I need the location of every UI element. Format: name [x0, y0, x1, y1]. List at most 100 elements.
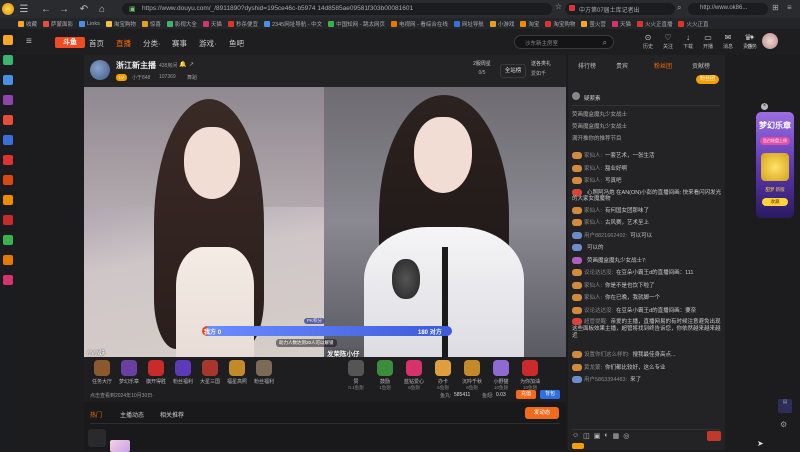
sidebar-app-icon[interactable] — [3, 255, 13, 265]
chat-message[interactable]: 家仙人: 你是不是也饮下啦了 — [572, 281, 722, 289]
sidebar-app-icon[interactable] — [3, 95, 13, 105]
activity-item[interactable]: 大星三国 — [195, 360, 225, 385]
chat-nickname[interactable]: 黄龙蒙: — [584, 365, 602, 371]
douyu-logo[interactable]: 斗鱼 — [55, 37, 85, 48]
chat-nickname[interactable]: 家仙人: — [584, 153, 602, 159]
chat-message[interactable]: 荧画魔盒魔丸少女战士7: — [572, 256, 722, 264]
sidebar-app-icon[interactable] — [3, 195, 13, 205]
chat-message[interactable]: 设置你们这么样的: 搜我最佳身高点... — [572, 350, 722, 359]
tab-1[interactable]: 贵宾 — [616, 61, 628, 70]
sidebar-app-icon[interactable] — [3, 235, 13, 245]
chat-nickname[interactable]: 家仙人: — [584, 295, 602, 301]
activity-item[interactable]: 任务大厅 — [87, 360, 117, 385]
bookmark-item[interactable]: 天猫 — [611, 20, 631, 28]
chat-nickname[interactable]: 家仙人: — [584, 220, 602, 226]
sidebar-app-icon[interactable] — [3, 215, 13, 225]
backpack-button[interactable]: 背包 — [540, 390, 560, 399]
bookmark-item[interactable]: 影视大全 — [166, 20, 197, 28]
header-download-icon[interactable]: ↓ 下载 — [677, 33, 699, 50]
activity-item[interactable]: 粉丝福利 — [249, 360, 279, 385]
chat-nickname[interactable]: 设置你们这么样的: — [584, 352, 630, 358]
bookmark-item[interactable]: 小游戏 — [489, 20, 514, 28]
sidebar-favorites-icon[interactable] — [3, 35, 13, 45]
barrage-icon[interactable]: ▦ — [613, 432, 620, 440]
gift-widget[interactable]: 送各类礼 爱如千 — [531, 60, 561, 77]
tab-dynamics[interactable]: 主播动态 — [120, 410, 144, 419]
nav-category[interactable]: 分类· — [143, 38, 161, 49]
back-icon[interactable]: ← — [38, 1, 54, 17]
sidebar-app-icon[interactable] — [3, 175, 13, 185]
home-icon[interactable]: ⌂ — [94, 1, 110, 17]
chat-nickname[interactable]: 家仙人: — [584, 283, 602, 289]
streamer-avatar[interactable] — [90, 60, 110, 80]
search-icon[interactable]: ⌕ — [677, 3, 685, 15]
nav-games[interactable]: 游戏· — [199, 38, 217, 49]
sidebar-app-icon[interactable] — [3, 135, 13, 145]
sidebar-app-icon[interactable] — [3, 115, 13, 125]
activity-item[interactable]: 旗开得胜 — [141, 360, 171, 385]
coin-icon[interactable]: ◎ — [623, 432, 629, 440]
gift-item[interactable]: 小野猫 10鱼翅 — [486, 360, 516, 391]
fans-icon[interactable]: ▣ — [594, 432, 601, 440]
all-site-rank-button[interactable]: 全站榜 — [500, 64, 526, 78]
chat-send-icon[interactable] — [707, 431, 721, 441]
nav-home[interactable]: 首页 — [89, 38, 104, 49]
recharge-button[interactable]: 充值 — [516, 390, 536, 399]
tab-3[interactable]: 贡献榜 — [692, 61, 710, 70]
gift-item[interactable]: 赞 0.1鱼翅 — [341, 360, 371, 391]
extensions-icon[interactable]: ⊞ — [772, 3, 784, 15]
bookmark-item[interactable]: 惊喜 — [141, 20, 161, 28]
bookmark-item[interactable]: 淘宝购物 — [105, 20, 136, 28]
sidebar-app-icon[interactable] — [3, 55, 13, 65]
post-thumbnail[interactable] — [88, 429, 106, 447]
chat-message[interactable]: 可以的 — [572, 243, 722, 252]
bookmark-item[interactable]: 淘宝 — [520, 20, 539, 28]
rank-widget[interactable]: 2服周星 0/5 — [469, 60, 495, 76]
header-task-icon[interactable]: ✦ 任务 — [741, 33, 763, 50]
gift-icon[interactable]: ◫ — [583, 432, 590, 440]
site-search-input[interactable]: 沙东新主房室 ⌕ — [514, 35, 614, 49]
gift-item[interactable]: 办卡 6鱼翅 — [428, 360, 458, 391]
chat-message[interactable]: 家仙人: 古风赛，艺术至上 — [572, 218, 722, 227]
nav-yuba[interactable]: 鱼吧 — [229, 38, 244, 49]
bookmark-item[interactable]: 网址导航 — [453, 20, 484, 28]
color-icon[interactable]: ◐ — [604, 432, 608, 440]
tab-related[interactable]: 相关推荐 — [160, 410, 184, 419]
activity-item[interactable]: 粉丝福利 — [168, 360, 198, 385]
side-tool-icon[interactable]: ▤ — [778, 399, 792, 413]
chat-message[interactable]: 家仙人: 你在已晚，我就脚一个 — [572, 293, 722, 302]
video-player[interactable]: 小小妖 发荣陈小仔 PK积分 我方 0 180 对方 助力人数达到20人可以解锁 — [84, 87, 566, 357]
chat-message[interactable]: 家仙人: 写真吧 — [572, 176, 722, 185]
chat-nickname[interactable]: 用户8821662492: — [584, 233, 627, 239]
gift-item[interactable]: 鼓励 1鱼翅 — [370, 360, 400, 391]
header-history-icon[interactable]: ⊙ 历史 — [637, 33, 659, 50]
bookmark-item[interactable]: 萨蒙面影 — [43, 20, 73, 28]
chat-message[interactable]: 心照阿冯炮 在AN(ON)小彭的直播间画: 快来看闪闪发光的大家女魔魔物 — [572, 188, 722, 205]
nav-live[interactable]: 直播 — [116, 38, 131, 49]
emoji-icon[interactable]: ☺ — [572, 432, 579, 440]
bookmark-item[interactable]: 淘宝购物 — [545, 20, 575, 28]
tab-0[interactable]: 排行榜 — [578, 61, 596, 70]
promo-banner[interactable]: 梦幻乐章 告白轮盘上线 甜梦 新版 收藏 — [756, 112, 794, 218]
bookmark-item[interactable]: 收藏 — [18, 20, 37, 28]
fan-club-button[interactable]: 粉丝团 — [696, 75, 720, 84]
bookmark-star-icon[interactable]: ☆ — [555, 2, 563, 16]
bookmark-item[interactable]: 火火正直 — [678, 20, 708, 28]
chat-message[interactable]: 家仙人: 豁业好啊 — [572, 164, 722, 172]
bookmark-item[interactable]: 中国知网 - 跳太网页 — [328, 20, 385, 28]
sidebar-app-icon[interactable] — [3, 75, 13, 85]
bookmark-item[interactable]: Links — [79, 20, 100, 27]
bookmark-item[interactable]: 2345网址导航 - 中文 — [263, 20, 322, 28]
extension-url-box[interactable]: http://www.ok86... — [688, 3, 768, 15]
post-dynamic-button[interactable]: 发动态 — [525, 407, 559, 419]
sidebar-app-icon[interactable] — [3, 155, 13, 165]
more-icon[interactable]: ↗ — [189, 61, 194, 68]
chat-nickname[interactable]: 议论达达没: — [584, 270, 613, 276]
gift-item[interactable]: 为你加油 10鱼翅 — [515, 360, 545, 391]
bookmark-item[interactable]: 萤火营 — [581, 20, 606, 28]
nav-events[interactable]: 赛事 — [172, 38, 187, 49]
streamer-name[interactable]: 浙江新主播 — [116, 60, 156, 71]
chat-message[interactable]: 黄龙蒙: 你们都比较好，这么专业 — [572, 363, 722, 371]
menu-icon[interactable]: ≡ — [26, 36, 32, 47]
tab-2[interactable]: 粉丝团 — [654, 61, 672, 70]
